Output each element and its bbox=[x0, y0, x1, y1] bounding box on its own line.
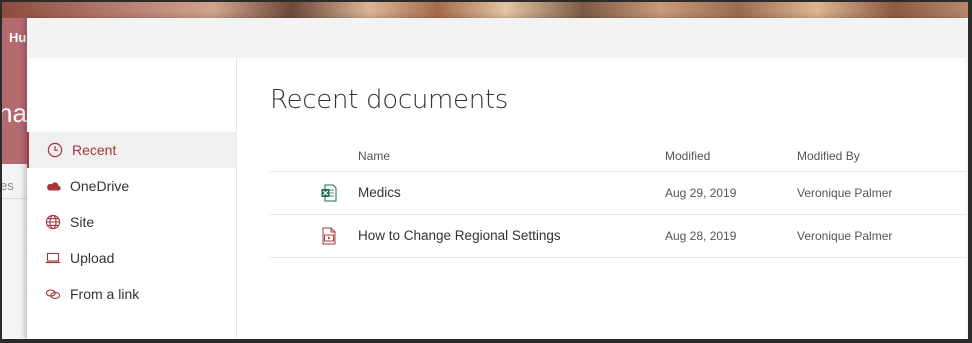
video-file-icon bbox=[321, 227, 337, 245]
onedrive-cloud-icon bbox=[45, 178, 61, 194]
modified-by: Veronique Palmer bbox=[797, 229, 893, 243]
modified-by: Veronique Palmer bbox=[797, 186, 893, 200]
page-title: Recent documents bbox=[270, 85, 509, 115]
nav-item-label: Recent bbox=[72, 142, 117, 158]
file-picker-panel: Recent OneDrive Site Upload From a link bbox=[27, 18, 966, 339]
column-header-modified-by[interactable]: Modified By bbox=[797, 149, 860, 163]
recent-documents-pane: Recent documents Name Modified Modified … bbox=[270, 58, 966, 339]
file-name[interactable]: How to Change Regional Settings bbox=[358, 228, 561, 243]
nav-item-onedrive[interactable]: OneDrive bbox=[27, 168, 237, 204]
background-page-edge: Hu na es bbox=[0, 18, 27, 343]
nav-item-upload[interactable]: Upload bbox=[27, 240, 237, 276]
site-name-fragment: Hu bbox=[9, 30, 27, 45]
documents-table: Name Modified Modified By Medics Aug 29,… bbox=[270, 138, 966, 258]
source-navigation: Recent OneDrive Site Upload From a link bbox=[27, 58, 237, 339]
modified-date: Aug 29, 2019 bbox=[665, 186, 737, 200]
page-title-fragment: na bbox=[0, 98, 27, 128]
nav-fragment: es bbox=[0, 178, 14, 193]
nav-item-label: Site bbox=[70, 214, 95, 230]
laptop-upload-icon bbox=[45, 250, 61, 266]
nav-item-label: Upload bbox=[70, 250, 115, 266]
file-name[interactable]: Medics bbox=[358, 185, 401, 200]
panel-header-bar bbox=[27, 18, 966, 58]
nav-item-label: From a link bbox=[70, 286, 140, 302]
modified-date: Aug 28, 2019 bbox=[665, 229, 737, 243]
nav-item-site[interactable]: Site bbox=[27, 204, 237, 240]
column-header-name[interactable]: Name bbox=[358, 149, 390, 163]
table-header: Name Modified Modified By bbox=[270, 138, 966, 172]
nav-item-from-link[interactable]: From a link bbox=[27, 276, 237, 312]
column-header-modified[interactable]: Modified bbox=[665, 149, 710, 163]
excel-file-icon bbox=[321, 184, 337, 202]
globe-icon bbox=[45, 214, 61, 230]
table-row[interactable]: How to Change Regional Settings Aug 28, … bbox=[270, 215, 966, 258]
nav-item-label: OneDrive bbox=[70, 178, 130, 194]
table-row[interactable]: Medics Aug 29, 2019 Veronique Palmer bbox=[270, 172, 966, 215]
clock-icon bbox=[47, 142, 63, 158]
link-icon bbox=[45, 286, 61, 302]
site-header-banner bbox=[0, 0, 972, 18]
nav-item-recent[interactable]: Recent bbox=[27, 132, 237, 168]
divider bbox=[0, 198, 27, 199]
